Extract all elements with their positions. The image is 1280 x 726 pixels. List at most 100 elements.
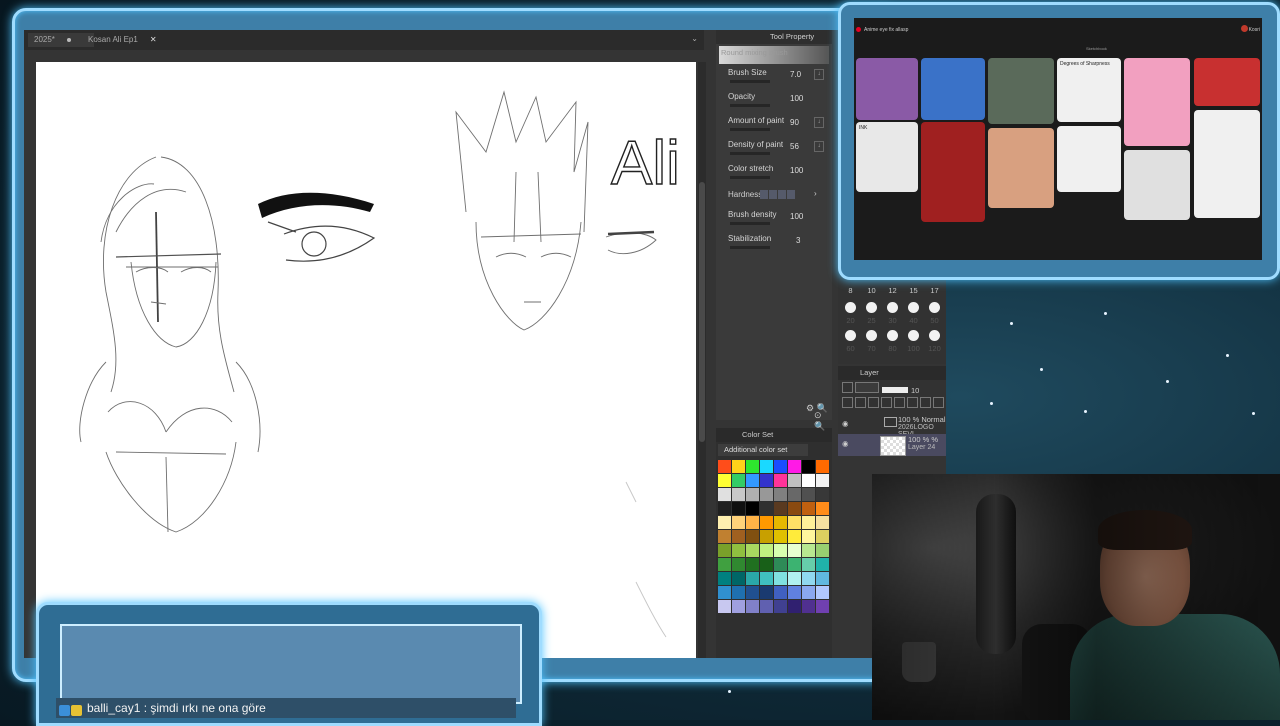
color-swatch[interactable] [816,530,829,543]
layer-tool-icon[interactable] [868,397,879,408]
reference-pin[interactable]: Degrees of Sharpness [1057,58,1121,122]
prop-stabilization[interactable]: Stabilization 3 [716,232,832,256]
brush-size-option[interactable]: 100 [903,344,924,353]
brush-size-option[interactable]: 17 [924,286,945,295]
color-swatch[interactable] [816,586,829,599]
reference-pin[interactable] [988,128,1054,208]
pressure-icon[interactable]: ↓ [814,117,824,128]
prop-amount-of-paint[interactable]: Amount of paint 90 ↓ [716,114,832,138]
brush-size-option[interactable]: 20 [840,316,861,325]
prop-slider[interactable] [730,128,770,131]
color-swatch[interactable] [760,600,773,613]
blend-mode-select[interactable] [855,382,879,393]
reference-pin[interactable] [1124,150,1190,220]
prop-color-stretch[interactable]: Color stretch 100 [716,162,832,186]
hardness-selector[interactable] [760,190,796,201]
user-name[interactable]: Kosri [1249,27,1260,33]
color-swatch[interactable] [802,572,815,585]
color-swatch[interactable] [718,488,731,501]
color-swatch[interactable] [718,530,731,543]
pressure-icon[interactable]: ↓ [814,141,824,152]
reference-pin[interactable] [1194,110,1260,218]
reference-pin[interactable] [921,58,985,120]
color-swatch[interactable] [816,502,829,515]
reference-pin[interactable] [921,122,985,222]
prop-slider[interactable] [730,104,770,107]
prop-brush-density[interactable]: Brush density 100 [716,208,832,232]
tab-kosan-ali[interactable]: Kosan Ali Ep1 ✕ [82,33,164,47]
color-swatch[interactable] [760,572,773,585]
color-swatch[interactable] [760,530,773,543]
reference-pin[interactable]: INK [856,122,918,192]
color-swatch[interactable] [718,544,731,557]
prop-brush-size[interactable]: Brush Size 7.0 ↓ [716,66,832,90]
color-swatch[interactable] [732,488,745,501]
color-swatch[interactable] [718,502,731,515]
color-swatch[interactable] [802,474,815,487]
color-swatch[interactable] [718,572,731,585]
reference-pin[interactable] [988,58,1054,124]
color-swatch[interactable] [760,474,773,487]
prop-opacity[interactable]: Opacity 100 [716,90,832,114]
lock-icon[interactable] [881,397,892,408]
prop-value[interactable]: 56 [790,142,799,151]
color-swatch[interactable] [732,530,745,543]
color-swatch[interactable] [774,544,787,557]
avatar[interactable] [1241,25,1248,32]
layer-tool-icons[interactable] [842,397,946,410]
color-swatch[interactable] [718,516,731,529]
eye-icon[interactable]: ◉ [842,419,849,428]
brush-name[interactable]: Round mixing brush [719,46,829,64]
reference-pin[interactable] [1194,58,1260,106]
color-swatch[interactable] [746,474,759,487]
brush-size-option[interactable]: 80 [882,344,903,353]
color-swatch[interactable] [774,572,787,585]
color-swatch[interactable] [774,460,787,473]
brush-size-option[interactable]: 25 [861,316,882,325]
color-swatch[interactable] [760,502,773,515]
prop-slider[interactable] [730,246,770,249]
color-swatch[interactable] [788,586,801,599]
color-swatch[interactable] [732,586,745,599]
brush-size-option[interactable]: 12 [882,286,903,295]
pinterest-logo-icon[interactable] [856,27,861,32]
color-swatch[interactable] [816,558,829,571]
prop-slider[interactable] [730,80,770,83]
color-swatch[interactable] [788,530,801,543]
layer-row[interactable]: ◉ 100 % Normal 2026LOGO SEVL [838,414,946,438]
color-swatch[interactable] [802,558,815,571]
prop-density-of-paint[interactable]: Density of paint 56 ↓ [716,138,832,162]
color-swatch[interactable] [732,516,745,529]
eye-icon[interactable]: ◉ [842,439,849,448]
layer-opacity-slider[interactable] [882,387,908,393]
prop-value[interactable]: 3 [796,236,800,245]
color-swatch[interactable] [760,488,773,501]
brush-size-option[interactable]: 50 [924,316,945,325]
color-swatch[interactable] [746,516,759,529]
color-swatch[interactable] [788,600,801,613]
color-swatch[interactable] [760,558,773,571]
brush-size-option[interactable]: 120 [924,344,945,353]
color-swatch[interactable] [774,474,787,487]
color-swatch[interactable] [774,558,787,571]
layer-mode-icon[interactable] [842,382,853,393]
color-swatch[interactable] [760,544,773,557]
color-swatch[interactable] [732,558,745,571]
color-swatch[interactable] [718,558,731,571]
layer-tool-icon[interactable] [920,397,931,408]
layer-tool-icon[interactable] [894,397,905,408]
layer-tool-icon[interactable] [855,397,866,408]
brush-size-option[interactable]: 70 [861,344,882,353]
brush-size-option[interactable]: 40 [903,316,924,325]
color-swatch[interactable] [746,502,759,515]
color-swatch[interactable] [760,586,773,599]
color-swatch[interactable] [718,600,731,613]
brush-size-option[interactable]: 10 [861,286,882,295]
reference-pin[interactable] [1057,126,1121,192]
prop-value[interactable]: 100 [790,166,803,175]
canvas-scrollbar[interactable] [698,62,706,658]
color-swatch[interactable] [774,586,787,599]
brush-size-option[interactable]: 15 [903,286,924,295]
color-swatch[interactable] [788,516,801,529]
color-swatch[interactable] [732,600,745,613]
